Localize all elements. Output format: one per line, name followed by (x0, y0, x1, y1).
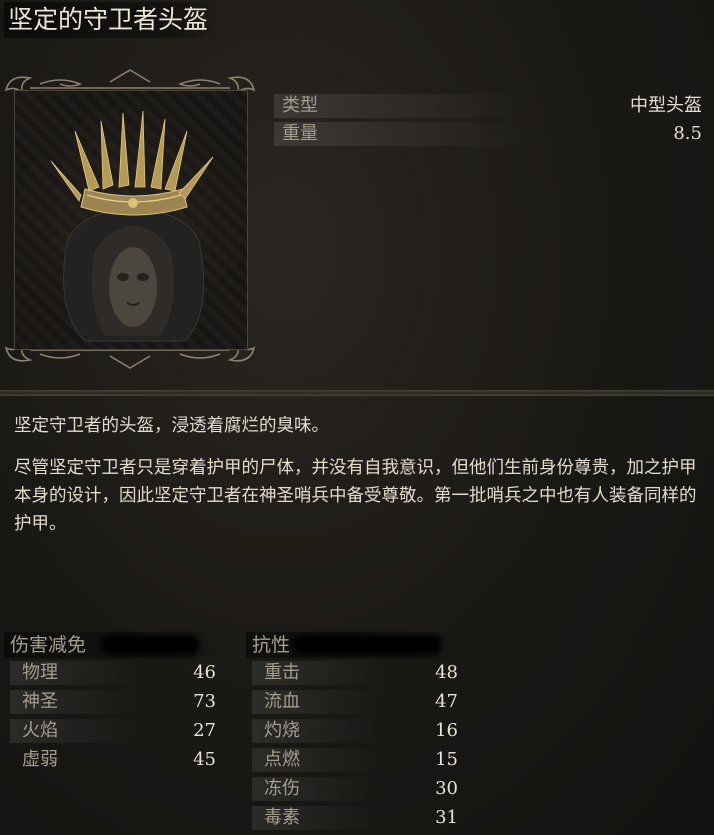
stat-value: 27 (193, 720, 216, 741)
stat-row: 灼烧 16 (246, 716, 476, 745)
stat-row: 重击 48 (246, 658, 476, 687)
stat-value: 46 (193, 662, 216, 683)
weight-row: 重量 8.5 (272, 120, 708, 148)
stat-row: 流血 47 (246, 687, 476, 716)
stat-value: 73 (193, 691, 216, 712)
stat-row: 火焰 27 (4, 716, 234, 745)
stat-row: 毒素 31 (246, 803, 476, 832)
stat-label: 物理 (22, 662, 58, 683)
item-image-frame (0, 68, 260, 370)
stat-value: 48 (435, 662, 458, 683)
stat-value: 47 (435, 691, 458, 712)
damage-negation-section: 伤害减免 物理 46 神圣 73 火焰 27 虚弱 45 (4, 632, 234, 774)
helmet-icon (50, 110, 214, 342)
resistance-header: 抗性 (246, 632, 476, 658)
section-divider (0, 390, 714, 396)
stat-label: 神圣 (22, 691, 58, 712)
type-row: 类型 中型头盔 (272, 92, 708, 120)
resistance-title: 抗性 (252, 634, 291, 656)
weight-label: 重量 (282, 123, 318, 144)
stat-value: 15 (435, 749, 458, 770)
stat-label: 点燃 (264, 749, 300, 770)
stat-label: 重击 (264, 662, 300, 683)
resistance-section: 抗性 重击 48 流血 47 灼烧 16 点燃 15 冻伤 30 毒素 31 (246, 632, 476, 832)
redaction-mark (292, 635, 442, 655)
item-image-panel (14, 90, 248, 350)
damage-negation-title: 伤害减免 (10, 634, 87, 656)
description-line: 坚定守卫者的头盔，浸透着腐烂的臭味。 (14, 416, 329, 436)
type-label: 类型 (282, 95, 318, 116)
stat-row: 冻伤 30 (246, 774, 476, 803)
stat-label: 虚弱 (22, 749, 58, 770)
stat-row: 神圣 73 (4, 687, 234, 716)
stat-row: 物理 46 (4, 658, 234, 687)
type-value: 中型头盔 (630, 95, 702, 116)
stat-label: 毒素 (264, 807, 300, 828)
stat-value: 31 (435, 807, 458, 828)
item-name: 坚定的守卫者头盔 (4, 2, 223, 38)
stat-value: 45 (193, 749, 216, 770)
description-line: 尽管坚定守卫者只是穿着护甲的尸体，并没有自我意识，但他们生前身份尊贵，加之护甲本… (14, 458, 697, 534)
damage-negation-header: 伤害减免 (4, 632, 234, 658)
item-description: 坚定守卫者的头盔，浸透着腐烂的臭味。 尽管坚定守卫者只是穿着护甲的尸体，并没有自… (14, 412, 704, 552)
redaction-mark (100, 635, 200, 655)
stat-value: 16 (435, 720, 458, 741)
stat-row: 点燃 15 (246, 745, 476, 774)
stat-value: 30 (435, 778, 458, 799)
item-info: 类型 中型头盔 重量 8.5 (272, 92, 708, 148)
stat-label: 冻伤 (264, 778, 300, 799)
stat-label: 火焰 (22, 720, 58, 741)
stat-row: 虚弱 45 (4, 745, 234, 774)
stat-label: 流血 (264, 691, 300, 712)
weight-value: 8.5 (673, 123, 702, 144)
stat-label: 灼烧 (264, 720, 300, 741)
